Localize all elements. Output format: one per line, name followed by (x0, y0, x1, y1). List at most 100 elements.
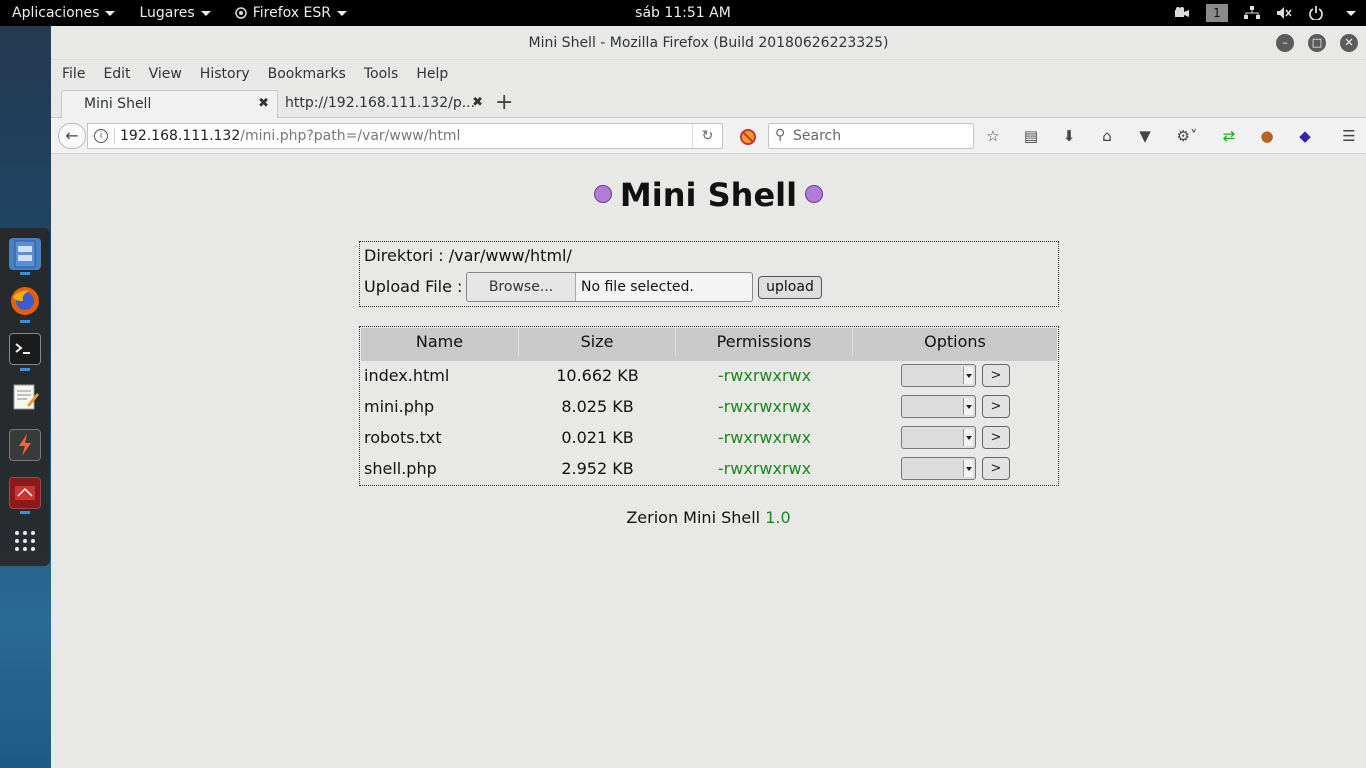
devil-emoji-icon (593, 185, 612, 203)
close-tab-icon[interactable]: ✖ (258, 91, 269, 117)
window-titlebar[interactable]: Mini Shell - Mozilla Firefox (Build 2018… (51, 26, 1366, 60)
file-name: robots.txt (364, 428, 442, 447)
menu-bookmarks[interactable]: Bookmarks (259, 66, 355, 82)
menu-edit[interactable]: Edit (94, 66, 139, 82)
hamburger-menu-icon[interactable]: ☰ (1339, 126, 1359, 146)
file-permissions: -rwxrwxrwx (717, 366, 812, 385)
metasploit-icon[interactable] (9, 477, 41, 509)
go-button[interactable]: > (982, 426, 1010, 449)
switch-arrows-icon[interactable]: ⇄ (1219, 126, 1239, 146)
url-separator (114, 128, 115, 144)
chevron-down-icon (200, 10, 211, 16)
options-select[interactable] (901, 457, 976, 480)
header-permissions: Permissions (676, 328, 853, 356)
running-indicator (20, 368, 30, 371)
applications-menu-label: Aplicaciones (12, 5, 100, 21)
file-manager-icon[interactable] (9, 238, 41, 270)
header-name: Name (361, 328, 519, 356)
show-applications-icon[interactable] (9, 525, 41, 557)
applications-menu[interactable]: Aplicaciones (0, 0, 127, 26)
file-size: 10.662 KB (556, 366, 639, 385)
pocket-icon[interactable]: ▼ (1135, 126, 1155, 146)
options-select[interactable] (901, 426, 976, 449)
bookmark-star-icon[interactable]: ☆ (983, 126, 1003, 146)
burp-suite-icon[interactable] (9, 429, 41, 461)
addon-diamond-icon[interactable]: ◆ (1295, 126, 1315, 146)
maximize-icon[interactable]: □ (1308, 34, 1326, 52)
dropdown-arrow-icon (963, 398, 973, 415)
url-path: /mini.php?path=/var/www/html (240, 128, 461, 144)
app-menu-label: Firefox ESR (252, 5, 331, 21)
directory-label: Direktori : /var/www/html/ (364, 246, 572, 265)
file-permissions: -rwxrwxrwx (717, 459, 812, 478)
window-title: Mini Shell - Mozilla Firefox (Build 2018… (528, 35, 889, 51)
dropdown-arrow-icon (963, 429, 973, 446)
menu-tools[interactable]: Tools (355, 66, 408, 82)
go-button[interactable]: > (982, 457, 1010, 480)
close-icon[interactable]: ✕ (1340, 34, 1358, 52)
reading-list-icon[interactable]: ▤ (1021, 126, 1041, 146)
firefox-small-icon (234, 7, 247, 19)
header-size: Size (519, 328, 676, 356)
options-select[interactable] (901, 395, 976, 418)
file-size: 2.952 KB (561, 459, 634, 478)
download-icon[interactable]: ⬇ (1059, 126, 1079, 146)
options-select[interactable] (901, 364, 976, 387)
minimize-icon[interactable]: – (1276, 34, 1294, 52)
close-tab-icon[interactable]: ✖ (472, 90, 483, 116)
tab-bar: Mini Shell ✖ http://192.168.111.132/p...… (51, 88, 1366, 118)
navigation-toolbar: ← i 192.168.111.132/mini.php?path=/var/w… (51, 118, 1366, 154)
cookie-icon[interactable]: ● (1257, 126, 1277, 146)
running-indicator (20, 320, 30, 323)
system-tray: 1 (1174, 0, 1356, 26)
file-permissions: -rwxrwxrwx (717, 397, 812, 416)
browse-button[interactable]: Browse... (467, 273, 576, 301)
new-tab-icon[interactable]: + (495, 90, 513, 116)
page-title-text: Mini Shell (619, 176, 798, 214)
go-button[interactable]: > (982, 395, 1010, 418)
back-button[interactable]: ← (58, 123, 86, 149)
table-row: mini.php 8.025 KB -rwxrwxrwx > (361, 391, 1057, 422)
upload-button[interactable]: upload (758, 276, 822, 299)
url-bar[interactable]: i 192.168.111.132/mini.php?path=/var/www… (87, 123, 723, 149)
go-button[interactable]: > (982, 364, 1010, 387)
chevron-down-icon[interactable] (1346, 10, 1356, 16)
running-indicator (20, 511, 30, 514)
app-menu[interactable]: Firefox ESR (223, 0, 359, 26)
firefox-icon[interactable] (9, 285, 41, 317)
places-menu[interactable]: Lugares (127, 0, 222, 26)
reload-icon[interactable]: ↻ (692, 124, 722, 148)
tab-label: http://192.168.111.132/p... (285, 95, 476, 111)
dropdown-arrow-icon (963, 460, 973, 477)
chevron-down-icon (105, 10, 116, 16)
video-camera-icon[interactable] (1174, 6, 1190, 20)
extension-menu-icon[interactable]: ⚙˅ (1173, 126, 1201, 146)
menu-help[interactable]: Help (407, 66, 457, 82)
network-icon[interactable] (1244, 6, 1260, 20)
terminal-icon[interactable] (9, 333, 41, 365)
upload-file-label: Upload File : (364, 277, 463, 296)
power-icon[interactable] (1308, 6, 1324, 20)
file-input[interactable]: Browse... No file selected. (466, 272, 753, 302)
site-info-icon[interactable]: i (94, 129, 108, 143)
workspace-indicator[interactable]: 1 (1206, 4, 1228, 22)
menu-view[interactable]: View (140, 66, 191, 82)
search-bar[interactable]: ⚲ (768, 123, 974, 149)
text-editor-icon[interactable] (9, 381, 41, 413)
menu-history[interactable]: History (191, 66, 259, 82)
file-table: Name Size Permissions Options index.html… (359, 326, 1059, 486)
file-name: shell.php (364, 459, 437, 478)
search-input[interactable] (793, 126, 969, 146)
menu-file[interactable]: File (53, 66, 94, 82)
tab-mini-shell[interactable]: Mini Shell ✖ (61, 90, 278, 118)
home-icon[interactable]: ⌂ (1097, 126, 1117, 146)
menu-bar: File Edit View History Bookmarks Tools H… (51, 60, 1366, 88)
file-permissions: -rwxrwxrwx (717, 428, 812, 447)
tab-second[interactable]: http://192.168.111.132/p... ✖ (277, 90, 491, 118)
url-text[interactable]: 192.168.111.132/mini.php?path=/var/www/h… (120, 124, 460, 148)
table-header: Name Size Permissions Options (361, 328, 1057, 356)
noscript-icon[interactable] (739, 128, 757, 146)
volume-muted-icon[interactable] (1276, 6, 1292, 20)
gnome-top-bar: Aplicaciones Lugares Firefox ESR sáb 11:… (0, 0, 1366, 26)
page-footer: Zerion Mini Shell 1.0 (51, 508, 1366, 527)
